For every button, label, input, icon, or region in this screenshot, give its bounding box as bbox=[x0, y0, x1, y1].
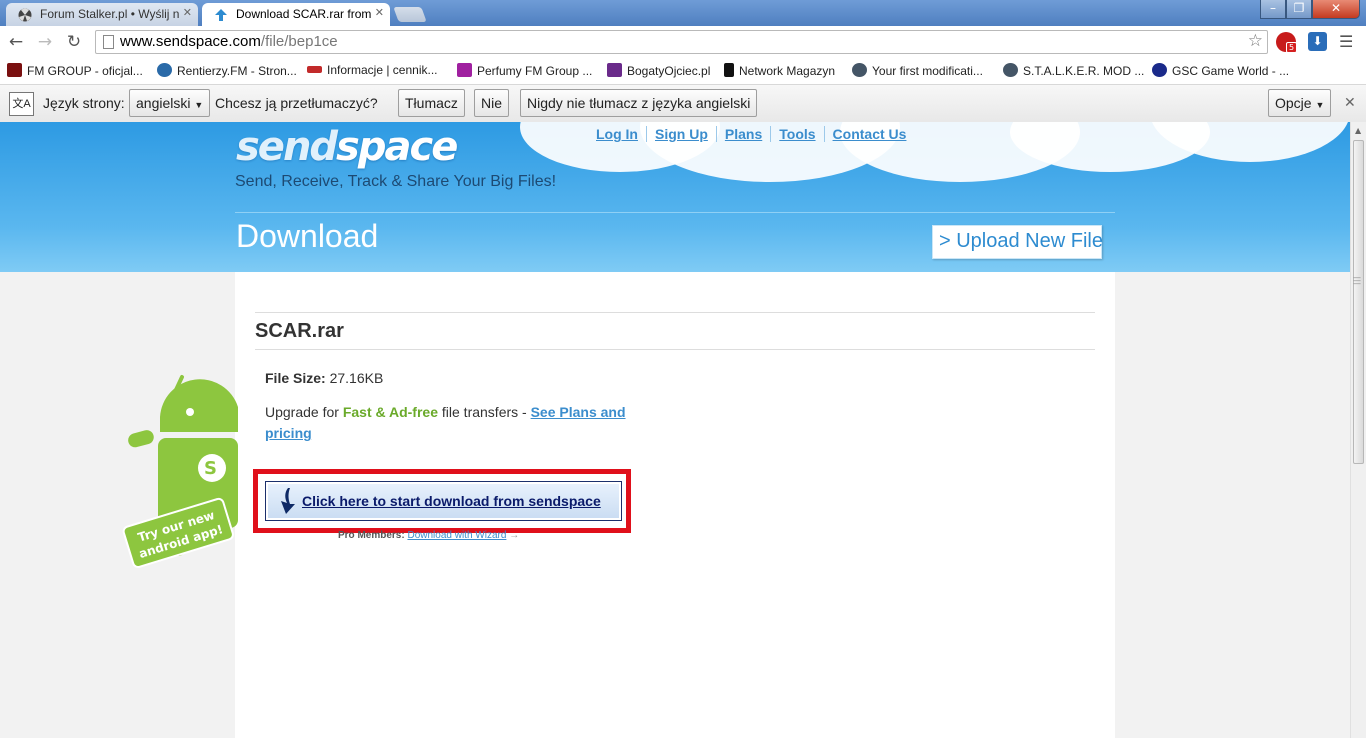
site-tagline: Send, Receive, Track & Share Your Big Fi… bbox=[235, 173, 557, 190]
vertical-scrollbar[interactable]: ▲ — — — bbox=[1350, 122, 1366, 738]
start-download-button[interactable]: Click here to start download from sendsp… bbox=[265, 481, 622, 521]
bookmark-gsc-game-world[interactable]: GSC Game World - ... bbox=[1152, 63, 1289, 80]
bookmark-favicon-icon bbox=[724, 63, 734, 77]
reload-icon[interactable]: ↻ bbox=[64, 32, 84, 52]
divider bbox=[255, 349, 1095, 350]
bookmark-informacje[interactable]: Informacje | cennik... bbox=[307, 63, 438, 80]
bookmark-favicon-icon bbox=[307, 66, 322, 73]
new-tab-button[interactable] bbox=[393, 7, 427, 22]
bookmark-fm-group[interactable]: FM GROUP - oficjal... bbox=[7, 63, 143, 80]
svg-text:S: S bbox=[204, 458, 217, 479]
divider bbox=[255, 312, 1095, 313]
bookmarks-bar: FM GROUP - oficjal... Rentierzy.FM - Str… bbox=[0, 59, 1366, 85]
close-infobar-icon[interactable]: ✕ bbox=[1344, 94, 1356, 111]
arrow-icon: → bbox=[509, 530, 520, 541]
page-icon bbox=[103, 35, 114, 49]
sendspace-logo[interactable]: sendspace bbox=[236, 124, 458, 170]
dropdown-arrow-icon: ▼ bbox=[1315, 100, 1325, 110]
site-header: sendspace Send, Receive, Track & Share Y… bbox=[0, 122, 1350, 272]
download-arrow-icon bbox=[281, 488, 295, 514]
translate-infobar: 文A Język strony: angielski ▼ Chcesz ją p… bbox=[0, 85, 1366, 123]
translate-question: Chcesz ją przetłumaczyć? bbox=[215, 95, 378, 111]
bookmark-perfumy[interactable]: Perfumy FM Group ... bbox=[457, 63, 592, 80]
nav-sign-up[interactable]: Sign Up bbox=[647, 126, 717, 142]
url-text: www.sendspace.com/file/bep1ce bbox=[120, 33, 338, 50]
bookmark-favicon-icon bbox=[852, 63, 867, 77]
language-select[interactable]: angielski ▼ bbox=[129, 89, 210, 117]
extension-badge: 5 bbox=[1286, 42, 1298, 53]
translate-icon: 文A bbox=[9, 92, 34, 116]
options-button[interactable]: Opcje ▼ bbox=[1268, 89, 1332, 117]
tab-close-icon[interactable]: ✕ bbox=[375, 6, 384, 19]
scrollbar-thumb[interactable] bbox=[1353, 140, 1364, 464]
menu-icon[interactable]: ☰ bbox=[1339, 32, 1353, 51]
minimize-button[interactable]: – bbox=[1260, 0, 1286, 19]
download-wizard-link[interactable]: Download with Wizard bbox=[407, 530, 506, 541]
tab-close-icon[interactable]: ✕ bbox=[183, 6, 192, 19]
page-language-label: Język strony: bbox=[43, 95, 125, 111]
bookmark-favicon-icon bbox=[607, 63, 622, 77]
download-highlight-frame: Click here to start download from sendsp… bbox=[253, 469, 631, 533]
download-extension-icon[interactable]: ⬇ bbox=[1308, 32, 1327, 51]
back-arrow-icon[interactable]: ← bbox=[6, 32, 26, 52]
bookmark-favicon-icon bbox=[1152, 63, 1167, 77]
nav-plans[interactable]: Plans bbox=[716, 126, 772, 142]
tab-download-scar[interactable]: Download SCAR.rar from ✕ bbox=[202, 3, 390, 26]
android-app-promo[interactable]: S Try our new android app! bbox=[120, 372, 238, 572]
translate-button[interactable]: Tłumacz bbox=[398, 89, 465, 117]
upload-new-file-button[interactable]: > Upload New File bbox=[932, 225, 1103, 259]
bookmark-stalker-mod[interactable]: S.T.A.L.K.E.R. MOD ... bbox=[1003, 63, 1144, 80]
bookmark-star-icon[interactable]: ☆ bbox=[1248, 31, 1263, 51]
tab-label: Download SCAR.rar from bbox=[236, 7, 372, 21]
download-panel: SCAR.rar File Size: 27.16KB Upgrade for … bbox=[235, 272, 1115, 738]
nav-contact-us[interactable]: Contact Us bbox=[825, 126, 915, 142]
pro-members-line: Pro Members: Download with Wizard → bbox=[338, 530, 520, 541]
sendspace-upload-icon bbox=[215, 9, 227, 21]
upgrade-notice: Upgrade for Fast & Ad-free file transfer… bbox=[265, 404, 626, 441]
bookmark-favicon-icon bbox=[457, 63, 472, 77]
download-button-label: Click here to start download from sendsp… bbox=[302, 493, 601, 509]
page-viewport: sendspace Send, Receive, Track & Share Y… bbox=[0, 122, 1350, 738]
close-window-button[interactable]: ✕ bbox=[1312, 0, 1360, 19]
bookmark-your-first-modification[interactable]: Your first modificati... bbox=[852, 63, 983, 80]
address-bar[interactable]: www.sendspace.com/file/bep1ce ☆ bbox=[95, 30, 1268, 54]
top-navigation: Log In Sign Up Plans Tools Contact Us bbox=[588, 126, 914, 142]
file-name: SCAR.rar bbox=[255, 320, 344, 342]
forward-arrow-icon[interactable]: → bbox=[35, 32, 55, 52]
bookmark-favicon-icon bbox=[1003, 63, 1018, 77]
maximize-button[interactable]: ❐ bbox=[1286, 0, 1312, 19]
adblock-extension-icon[interactable]: 5 bbox=[1276, 32, 1298, 53]
bookmark-rentierzy[interactable]: Rentierzy.FM - Stron... bbox=[157, 63, 297, 80]
no-translate-button[interactable]: Nie bbox=[474, 89, 510, 117]
dropdown-arrow-icon: ▼ bbox=[194, 100, 204, 110]
header-divider bbox=[235, 212, 1115, 213]
tab-label: Forum Stalker.pl • Wyślij n bbox=[40, 7, 180, 21]
browser-toolbar: ← → ↻ www.sendspace.com/file/bep1ce ☆ 5 … bbox=[0, 26, 1366, 59]
nav-tools[interactable]: Tools bbox=[771, 126, 825, 142]
scroll-up-arrow-icon[interactable]: ▲ bbox=[1355, 126, 1361, 135]
scrollbar-grip-icon: — — — bbox=[1353, 273, 1361, 288]
bookmark-favicon-icon bbox=[157, 63, 172, 77]
section-title: Download bbox=[236, 218, 379, 254]
radiation-icon bbox=[18, 8, 32, 22]
nav-log-in[interactable]: Log In bbox=[588, 126, 647, 142]
tab-forum-stalker[interactable]: Forum Stalker.pl • Wyślij n ✕ bbox=[6, 3, 198, 26]
file-size: File Size: 27.16KB bbox=[265, 370, 384, 386]
never-translate-button[interactable]: Nigdy nie tłumacz z języka angielski bbox=[520, 89, 758, 117]
bookmark-favicon-icon bbox=[7, 63, 22, 77]
bookmark-network-magazyn[interactable]: Network Magazyn bbox=[724, 63, 835, 80]
tab-strip: Forum Stalker.pl • Wyślij n ✕ Download S… bbox=[0, 0, 1366, 26]
bookmark-bogatyojciec[interactable]: BogatyOjciec.pl bbox=[607, 63, 710, 80]
